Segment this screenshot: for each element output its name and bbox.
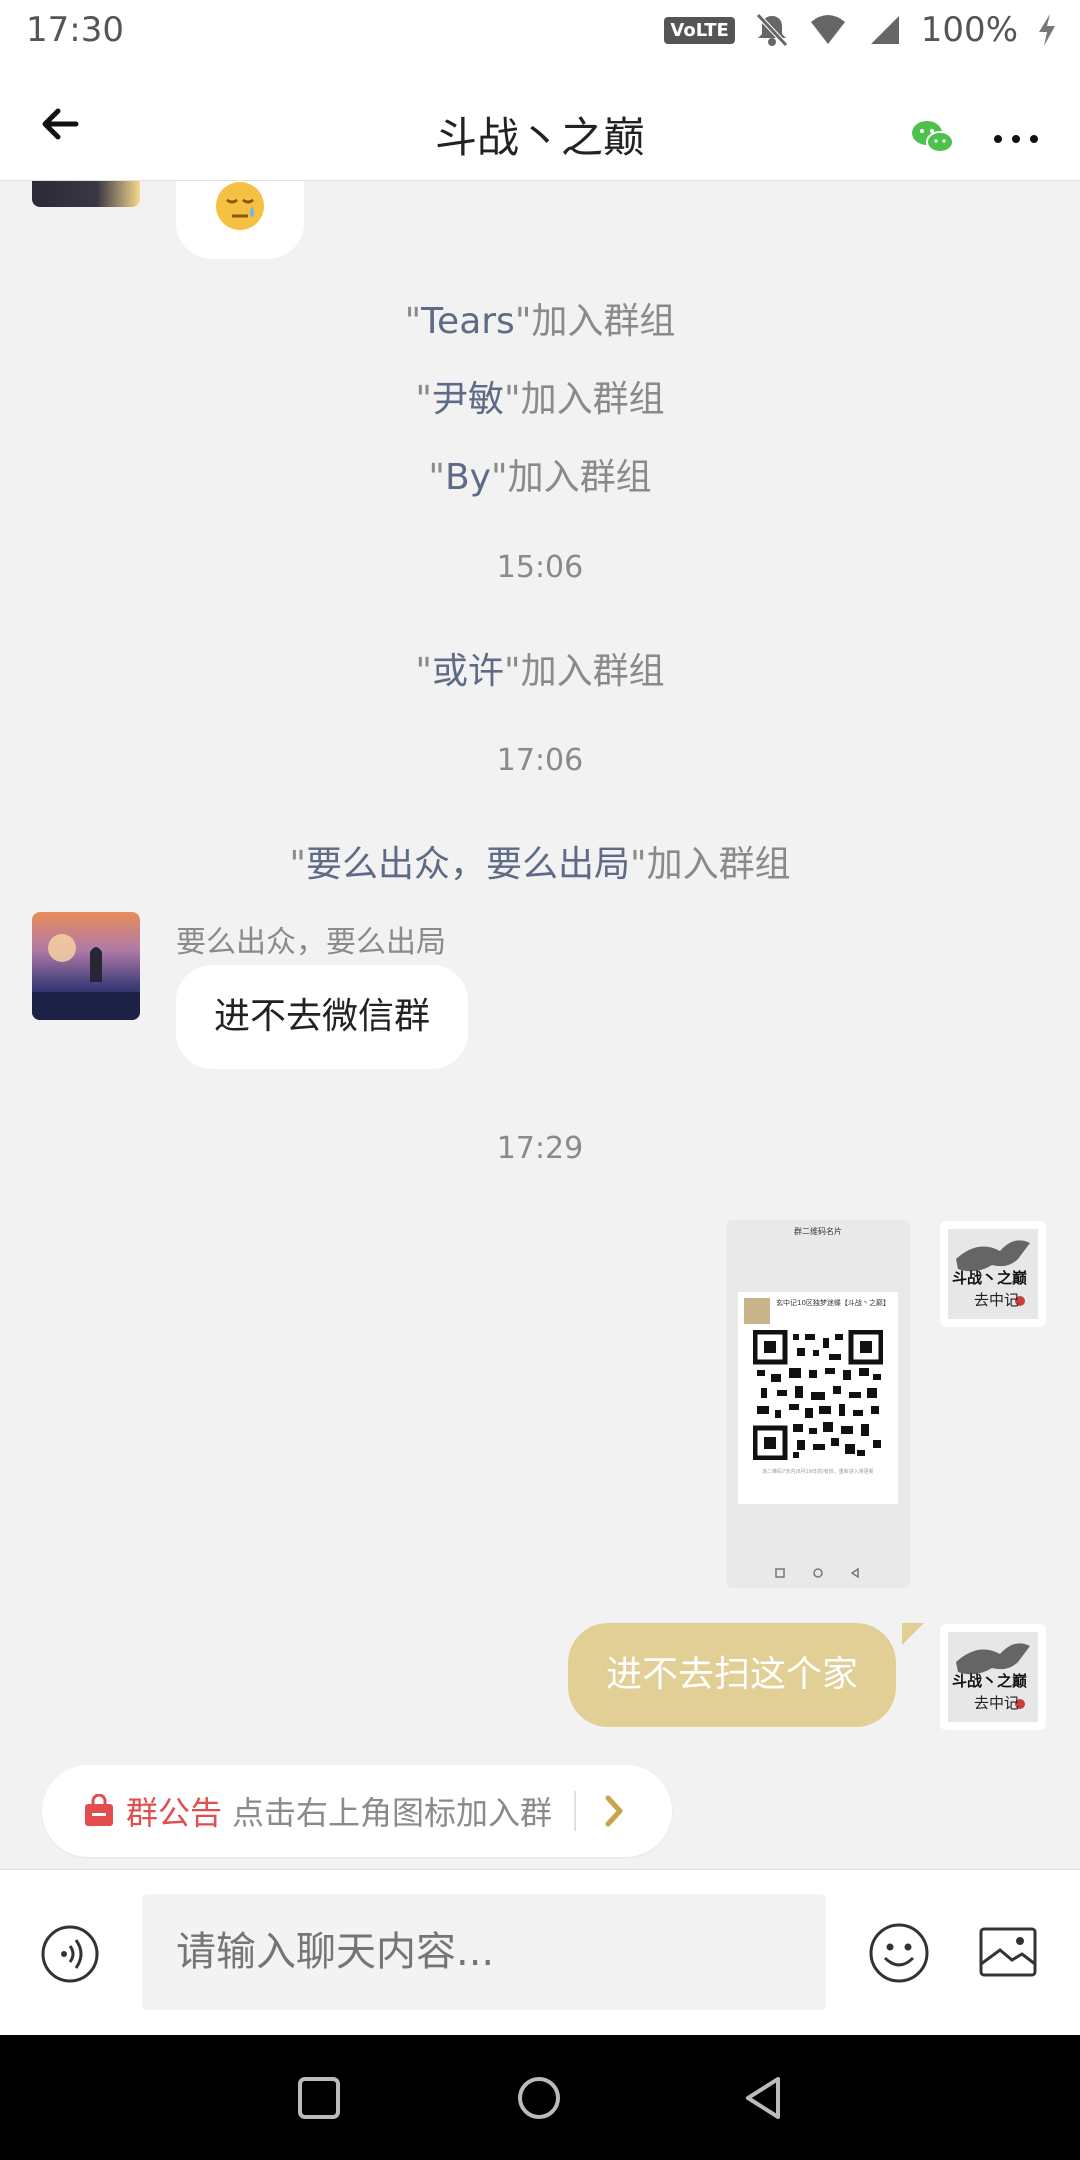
qr-card: 玄中记10区独梦迷蝶【斗战丶之巅】 该二维码7天内(8月19日前)有效，重新进入…	[738, 1292, 898, 1504]
avatar-self[interactable]: 斗战丶之巅 去中记	[940, 1624, 1046, 1730]
system-join-message: "或许"加入群组	[415, 651, 665, 692]
battery-percent: 100%	[920, 10, 1018, 50]
status-bar: 17:30 VoLTE 100%	[0, 0, 1080, 64]
notice-tag: 群公告	[126, 1794, 223, 1832]
avatar-art: 斗战丶之巅 去中记	[948, 1632, 1038, 1722]
group-notice-bar[interactable]: 群公告 点击右上角图标加入群	[42, 1765, 672, 1857]
timestamp: 15:06	[496, 550, 584, 585]
shot-nav-icons	[775, 1567, 859, 1579]
recent-apps-icon[interactable]	[296, 2075, 342, 2121]
qr-code-icon	[752, 1329, 884, 1461]
sleepy-face-icon	[216, 182, 264, 230]
image-picker-icon[interactable]	[978, 1926, 1038, 1978]
timestamp: 17:06	[496, 743, 584, 778]
system-join-message: "尹敏"加入群组	[415, 379, 665, 420]
bag-icon	[85, 1794, 113, 1826]
emoji-bubble[interactable]	[176, 181, 304, 259]
outgoing-message-bubble[interactable]: 进不去扫这个家	[568, 1623, 897, 1727]
bubble-tail	[902, 1623, 924, 1645]
system-join-message: "要么出众，要么出局"加入群组	[289, 844, 791, 885]
avatar-subtitle: 去中记	[974, 1694, 1020, 1712]
notice-divider	[574, 1791, 577, 1831]
qr-group-name: 玄中记10区独梦迷蝶【斗战丶之巅】	[776, 1299, 890, 1307]
emoji-icon[interactable]	[868, 1922, 930, 1984]
charging-icon	[1039, 14, 1055, 46]
chevron-right-icon[interactable]	[602, 1794, 626, 1828]
signal-icon	[870, 16, 899, 44]
message-input[interactable]	[142, 1894, 826, 2010]
avatar-silhouette	[32, 934, 140, 1020]
avatar-title: 斗战丶之巅	[952, 1672, 1028, 1690]
status-time: 17:30	[26, 10, 124, 50]
input-bar	[0, 1869, 1080, 2036]
more-options-icon[interactable]	[988, 124, 1044, 154]
back-triangle-icon[interactable]	[740, 2075, 786, 2121]
incoming-message-bubble[interactable]: 进不去微信群	[176, 965, 469, 1069]
bell-muted-icon	[755, 13, 788, 47]
system-join-message: "Tears"加入群组	[404, 301, 676, 342]
chat-area[interactable]: "Tears"加入群组 "尹敏"加入群组 "By"加入群组 15:06 "或许"…	[0, 181, 1080, 1869]
avatar-partial[interactable]	[32, 181, 140, 207]
avatar-title: 斗战丶之巅	[952, 1269, 1028, 1287]
wechat-icon[interactable]	[910, 118, 956, 158]
avatar-art: 斗战丶之巅 去中记	[948, 1229, 1038, 1319]
system-join-message: "By"加入群组	[428, 457, 652, 498]
qr-code-image-message[interactable]: 群二维码名片 玄中记10区独梦迷蝶【斗战丶之巅】 该二维码7天内(8月19日前)…	[726, 1220, 910, 1588]
chat-header: 斗战丶之巅	[0, 64, 1080, 181]
qr-footer: 该二维码7天内(8月19日前)有效，重新进入将更新	[762, 1469, 874, 1475]
wifi-icon	[810, 15, 845, 44]
status-icons: VoLTE 100%	[664, 10, 1058, 50]
avatar-incoming[interactable]	[32, 912, 140, 1020]
system-navigation-bar	[0, 2035, 1080, 2160]
group-avatar-thumb	[744, 1298, 770, 1324]
sender-name: 要么出众，要么出局	[176, 925, 446, 960]
voice-input-icon[interactable]	[40, 1924, 100, 1984]
volte-badge: VoLTE	[664, 16, 735, 44]
home-icon[interactable]	[516, 2075, 562, 2121]
shot-header: 群二维码名片	[794, 1226, 842, 1236]
avatar-subtitle: 去中记	[974, 1291, 1020, 1309]
timestamp: 17:29	[496, 1131, 584, 1166]
avatar-self[interactable]: 斗战丶之巅 去中记	[940, 1221, 1046, 1327]
notice-text: 点击右上角图标加入群	[232, 1794, 553, 1832]
